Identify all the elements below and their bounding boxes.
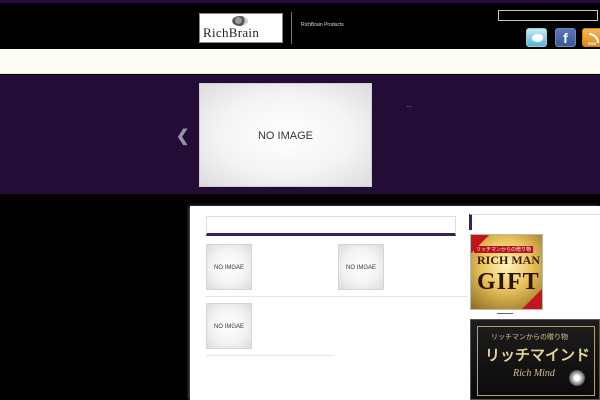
logo-divider <box>291 12 292 44</box>
slider-prev-arrow-icon[interactable]: ❮ <box>176 126 189 146</box>
twitter-link[interactable] <box>526 28 547 47</box>
facebook-icon: f <box>563 30 568 46</box>
no-image-label: NO IMAGE <box>257 130 313 142</box>
thumbnail-label: NO IMGAE <box>345 265 376 271</box>
featured-slider: ❮ NO IMAGE ... <box>0 75 600 194</box>
diamond-icon <box>569 370 585 386</box>
row-separator <box>206 355 334 356</box>
logo-text: RichBrain <box>203 25 260 40</box>
post-thumbnail[interactable]: NO IMGAE <box>206 303 252 349</box>
mind-banner-script: Rich Mind <box>513 368 555 379</box>
row-separator <box>206 296 468 297</box>
gift-banner-big-text: GIFT <box>477 269 540 295</box>
gift-banner-title: RICH MAN <box>477 253 540 267</box>
sidebar-divider <box>497 313 513 314</box>
search-input[interactable] <box>498 10 598 21</box>
sidebar-heading-bar <box>469 214 600 230</box>
post-thumbnail[interactable]: NO IMGAE <box>206 244 252 290</box>
page: RichBrain RichBrain Products f RSS ❮ NO … <box>0 0 600 400</box>
rich-mind-banner[interactable]: リッチマンからの贈り物 リッチマインド Rich Mind <box>470 319 600 400</box>
mind-banner-subtitle: リッチマンからの贈り物 <box>491 334 568 341</box>
post-thumbnail[interactable]: NO IMGAE <box>338 244 384 290</box>
gift-banner-subtitle: リッチマンからの贈り物 <box>474 246 534 253</box>
thumbnail-label: NO IMGAE <box>213 324 244 330</box>
site-logo[interactable]: RichBrain <box>199 13 283 43</box>
slider-image-placeholder[interactable]: NO IMAGE <box>199 83 372 187</box>
site-tagline: RichBrain Products <box>301 22 344 28</box>
site-header: RichBrain RichBrain Products f RSS <box>0 3 600 48</box>
rss-label: RSS <box>588 41 597 46</box>
rss-link[interactable]: RSS <box>582 28 600 47</box>
facebook-link[interactable]: f <box>555 28 576 47</box>
navigation-bar <box>0 49 600 74</box>
thumbnail-label: NO IMGAE <box>213 265 244 271</box>
section-heading-bar <box>206 216 456 236</box>
rich-man-gift-banner[interactable]: リッチマンからの贈り物 RICH MAN GIFT <box>470 234 543 310</box>
mind-banner-title: リッチマインド <box>485 347 591 364</box>
main-content-panel: NO IMGAE NO IMGAE NO IMGAE リッチマンからの贈り物 R… <box>190 206 600 400</box>
twitter-bird-icon <box>532 34 543 42</box>
slider-pager[interactable]: ... <box>407 103 412 109</box>
